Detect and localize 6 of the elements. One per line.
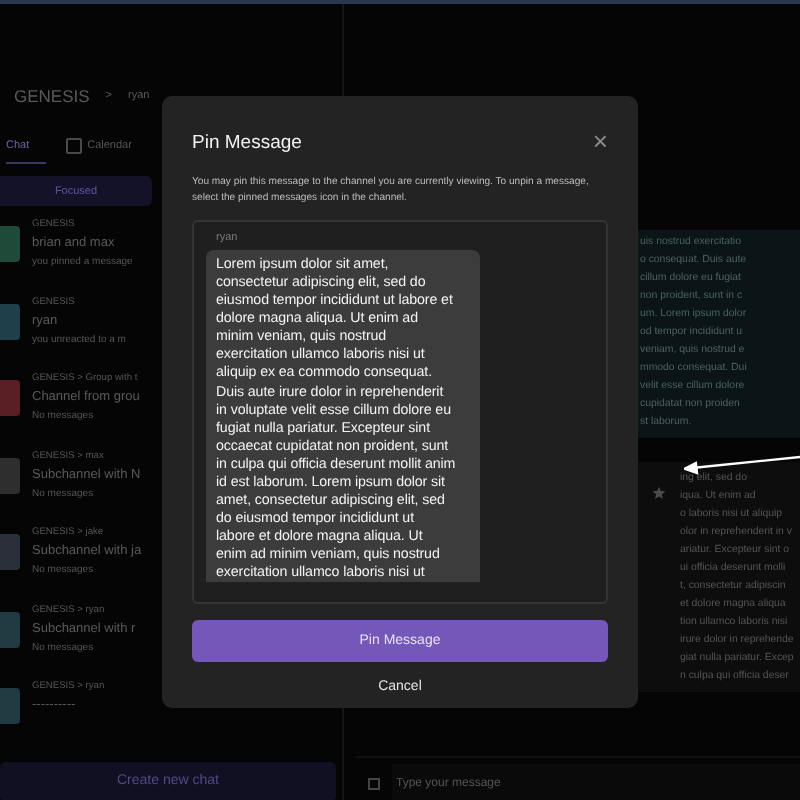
calendar-icon xyxy=(65,137,82,153)
close-button[interactable]: × xyxy=(592,130,608,154)
pin-star-icon[interactable] xyxy=(652,486,666,500)
attachment-icon[interactable] xyxy=(368,777,380,789)
workspace-name[interactable]: GENESIS xyxy=(14,86,90,106)
dialog-title: Pin Message xyxy=(192,131,302,153)
